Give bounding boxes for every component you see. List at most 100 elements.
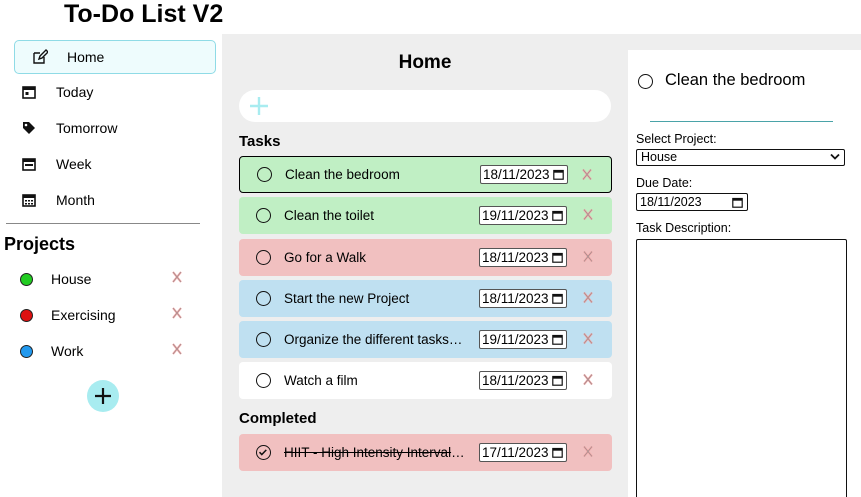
calendar-icon[interactable] — [552, 252, 563, 263]
calendar-icon[interactable] — [552, 293, 563, 304]
delete-task-icon[interactable] — [581, 168, 593, 181]
chevron-down-icon — [830, 153, 840, 160]
project-select-label: Select Project: — [636, 132, 717, 146]
project-item-house[interactable]: House — [20, 267, 190, 291]
delete-task-icon[interactable] — [582, 208, 594, 221]
task-detail-panel: Clean the bedroom Select Project: House … — [628, 50, 861, 497]
nav-item-label: Today — [56, 84, 94, 100]
tag-icon — [18, 117, 40, 139]
page-title: Home — [398, 52, 452, 73]
task-checkbox[interactable] — [256, 373, 271, 388]
due-date-label: Due Date: — [636, 176, 693, 190]
task-checkbox[interactable] — [256, 291, 271, 306]
task-description-label: Task Description: — [636, 221, 732, 235]
calendar-icon[interactable] — [552, 447, 563, 458]
task-description-textarea[interactable] — [636, 239, 847, 497]
task-row[interactable]: Go for a Walk 18/11/2023 — [239, 239, 612, 276]
task-name: Go for a Walk — [284, 250, 367, 265]
delete-task-icon[interactable] — [582, 445, 594, 458]
task-date-input[interactable]: 18/11/2023 — [480, 165, 568, 184]
calendar-icon[interactable] — [552, 334, 563, 345]
task-date-input[interactable]: 17/11/2023 — [479, 443, 567, 462]
nav-item-today[interactable]: Today — [14, 75, 216, 109]
plus-icon — [95, 388, 111, 404]
task-date-input[interactable]: 18/11/2023 — [479, 371, 567, 390]
nav-item-week[interactable]: Week — [14, 147, 216, 181]
nav-item-label: Home — [67, 49, 105, 65]
delete-task-icon[interactable] — [582, 291, 594, 304]
add-task-input[interactable] — [239, 90, 611, 122]
sidebar-divider — [6, 223, 200, 224]
project-label: House — [51, 271, 92, 287]
calendar-month-icon — [18, 189, 40, 211]
main-panel: Home Tasks Clean the bedroom 18/11/2023 Cl… — [222, 34, 628, 497]
project-color-dot — [20, 344, 33, 358]
task-name: Start the new Project — [284, 291, 410, 306]
task-date-value: 19/11/2023 — [482, 208, 549, 223]
checked-circle-icon[interactable] — [256, 445, 271, 460]
project-item-exercising[interactable]: Exercising — [20, 303, 190, 327]
nav-item-tomorrow[interactable]: Tomorrow — [14, 111, 216, 145]
add-project-button[interactable] — [87, 380, 119, 412]
task-date-value: 18/11/2023 — [482, 291, 549, 306]
task-detail-title[interactable]: Clean the bedroom — [665, 71, 805, 90]
tasks-heading: Tasks — [239, 133, 281, 150]
delete-project-icon[interactable] — [170, 306, 184, 320]
calendar-day-icon — [18, 81, 40, 103]
task-checkbox[interactable] — [256, 208, 271, 223]
task-checkbox[interactable] — [256, 250, 271, 265]
nav-item-label: Tomorrow — [56, 120, 118, 136]
projects-heading: Projects — [4, 234, 76, 254]
task-row[interactable]: Watch a film 18/11/2023 — [239, 362, 612, 399]
task-name: Clean the bedroom — [285, 167, 400, 182]
nav-item-month[interactable]: Month — [14, 183, 216, 217]
task-date-input[interactable]: 18/11/2023 — [479, 248, 567, 267]
delete-task-icon[interactable] — [582, 332, 594, 345]
task-date-input[interactable]: 19/11/2023 — [479, 206, 567, 225]
task-name: Organize the different tasks o... — [284, 332, 466, 347]
delete-task-icon[interactable] — [582, 250, 594, 263]
calendar-icon[interactable] — [552, 375, 563, 386]
task-checkbox[interactable] — [257, 167, 272, 182]
task-row[interactable]: Organize the different tasks o... 19/11/2… — [239, 321, 612, 358]
nav-item-home[interactable]: Home — [14, 40, 216, 74]
delete-project-icon[interactable] — [170, 342, 184, 356]
project-select[interactable]: House — [636, 149, 845, 166]
task-complete-checkbox[interactable] — [638, 74, 653, 89]
delete-project-icon[interactable] — [170, 270, 184, 284]
task-date-value: 18/11/2023 — [482, 250, 549, 265]
task-name: HIIT - High Intensity Interval T... — [284, 445, 466, 460]
project-label: Work — [51, 343, 84, 359]
plus-icon — [250, 97, 268, 115]
project-color-dot — [20, 308, 33, 322]
completed-task-row[interactable]: HIIT - High Intensity Interval T... 17/11… — [239, 434, 612, 471]
due-date-field[interactable]: 18/11/2023 — [636, 193, 748, 211]
project-label: Exercising — [51, 307, 116, 323]
task-date-input[interactable]: 18/11/2023 — [479, 289, 567, 308]
project-color-dot — [20, 272, 33, 286]
task-date-value: 18/11/2023 — [483, 167, 550, 182]
project-item-work[interactable]: Work — [20, 339, 190, 363]
due-date-value: 18/11/2023 — [640, 195, 702, 209]
task-row[interactable]: Clean the bedroom 18/11/2023 — [239, 156, 612, 193]
task-checkbox[interactable] — [256, 332, 271, 347]
task-name: Watch a film — [284, 373, 358, 388]
nav-item-label: Week — [56, 156, 92, 172]
calendar-week-icon — [18, 153, 40, 175]
sidebar: Home Today Tomorrow Week Month Projects … — [0, 34, 222, 497]
calendar-icon[interactable] — [553, 169, 564, 180]
task-date-value: 18/11/2023 — [482, 373, 549, 388]
task-date-value: 19/11/2023 — [482, 332, 549, 347]
task-row[interactable]: Clean the toilet 19/11/2023 — [239, 197, 612, 234]
edit-icon — [29, 46, 51, 68]
nav-item-label: Month — [56, 192, 95, 208]
task-date-input[interactable]: 19/11/2023 — [479, 330, 567, 349]
task-row[interactable]: Start the new Project 18/11/2023 — [239, 280, 612, 317]
calendar-icon[interactable] — [732, 197, 743, 208]
task-date-value: 17/11/2023 — [482, 445, 549, 460]
title-underline — [650, 121, 833, 122]
project-select-value: House — [641, 150, 678, 164]
calendar-icon[interactable] — [552, 210, 563, 221]
task-name: Clean the toilet — [284, 208, 375, 223]
delete-task-icon[interactable] — [582, 373, 594, 386]
